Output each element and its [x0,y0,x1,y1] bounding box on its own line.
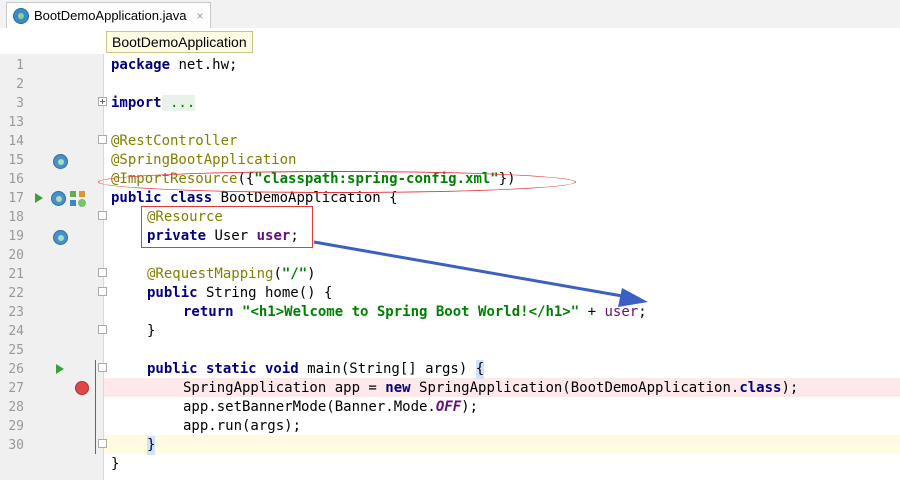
scope-indicator [95,360,96,454]
code-line-27: app.setBannerMode(Banner.Mode.OFF); [183,398,900,417]
spring-bean-icon[interactable] [51,191,66,206]
line-number: 29 [8,419,24,434]
line-number: 16 [8,172,24,187]
run-main-icon[interactable] [56,364,64,374]
code-text: ); [461,399,479,415]
line-number: 15 [8,153,24,168]
code-line-22: return "<h1>Welcome to Spring Boot World… [183,303,900,322]
code-line-20: @RequestMapping("/") [147,265,900,284]
code-text: ( [273,266,282,282]
code-text: String home() { [197,285,333,301]
code-text: SpringApplication(BootDemoApplication. [410,380,740,396]
string-literal: "<h1>Welcome to Spring Boot World!</h1>" [242,304,580,320]
line-number: 26 [8,362,24,377]
spring-class-icon [13,7,29,24]
file-tab[interactable]: BootDemoApplication.java × [6,2,211,28]
code-line-23: } [147,322,900,341]
breakpoint-icon[interactable] [75,381,89,395]
line-number: 22 [8,286,24,301]
annotation: @RestController [111,133,238,149]
code-line-3: import ... [111,94,900,113]
run-gutter-icon[interactable] [35,193,43,203]
code-text: net.hw; [170,57,238,73]
line-number: 2 [16,77,24,92]
code-text: } [147,323,156,339]
code-text: ; [638,304,647,320]
annotation: @RequestMapping [147,266,274,282]
collapsed-imports[interactable]: ... [161,95,196,111]
keyword: return [183,304,234,320]
code-line-14: @SpringBootApplication [111,151,900,170]
line-number: 17 [8,191,24,206]
code-line-29: } [147,436,900,455]
line-number: 28 [8,400,24,415]
code-text: SpringApplication app = [183,380,386,396]
keyword: class [739,380,782,396]
line-number: 18 [8,210,24,225]
brace-match: } [147,436,156,455]
code-text: app.run(args); [183,418,302,434]
code-text: app.setBannerMode(Banner.Mode. [183,399,436,415]
spring-config-icon[interactable] [69,190,86,207]
code-line-1: package net.hw; [111,56,900,75]
keyword: public static void [147,361,299,377]
code-text: main(String[] args) [298,361,476,377]
string-literal: "/" [281,266,308,282]
code-line-26: SpringApplication app = new SpringApplic… [183,379,900,398]
line-number: 23 [8,305,24,320]
code-line-30: } [111,455,900,474]
line-number: 3 [16,96,24,111]
breadcrumb[interactable]: BootDemoApplication [106,31,253,53]
code-line-25: public static void main(String[] args) { [147,360,900,379]
code-text: ); [781,380,799,396]
field-name: user [604,304,639,320]
line-number: 14 [8,134,24,149]
autowired-bean-icon[interactable] [53,230,68,245]
highlight-box [141,206,313,248]
breadcrumb-bar: BootDemoApplication [0,28,900,54]
code-line-28: app.run(args); [183,417,900,436]
line-number: 19 [8,229,24,244]
code-line-13: @RestController [111,132,900,151]
enum-constant: OFF [435,399,462,415]
line-number: 24 [8,324,24,339]
line-number: 25 [8,343,24,358]
keyword: package [111,57,171,73]
code-text: ) [307,266,316,282]
line-number: 13 [8,115,24,130]
code-line-21: public String home() { [147,284,900,303]
line-number: 30 [8,438,24,453]
code-editor[interactable]: package net.hw; import ... @RestControll… [104,54,900,480]
close-icon[interactable]: × [196,9,203,23]
keyword: public class [111,190,213,206]
spring-bean-icon[interactable] [53,154,68,169]
file-tab-label: BootDemoApplication.java [34,8,187,23]
line-number: 21 [8,267,24,282]
line-number: 1 [16,58,24,73]
keyword: new [385,380,411,396]
keyword: import [111,95,162,111]
highlight-ellipse [98,171,576,193]
keyword: public [147,285,198,301]
line-number: 20 [8,248,24,263]
code-text: } [111,456,120,472]
annotation: @SpringBootApplication [111,152,297,168]
editor-tab-bar: BootDemoApplication.java × [0,0,900,29]
code-text: + [579,304,605,320]
brace-match: { [475,360,485,379]
line-number: 27 [8,381,24,396]
